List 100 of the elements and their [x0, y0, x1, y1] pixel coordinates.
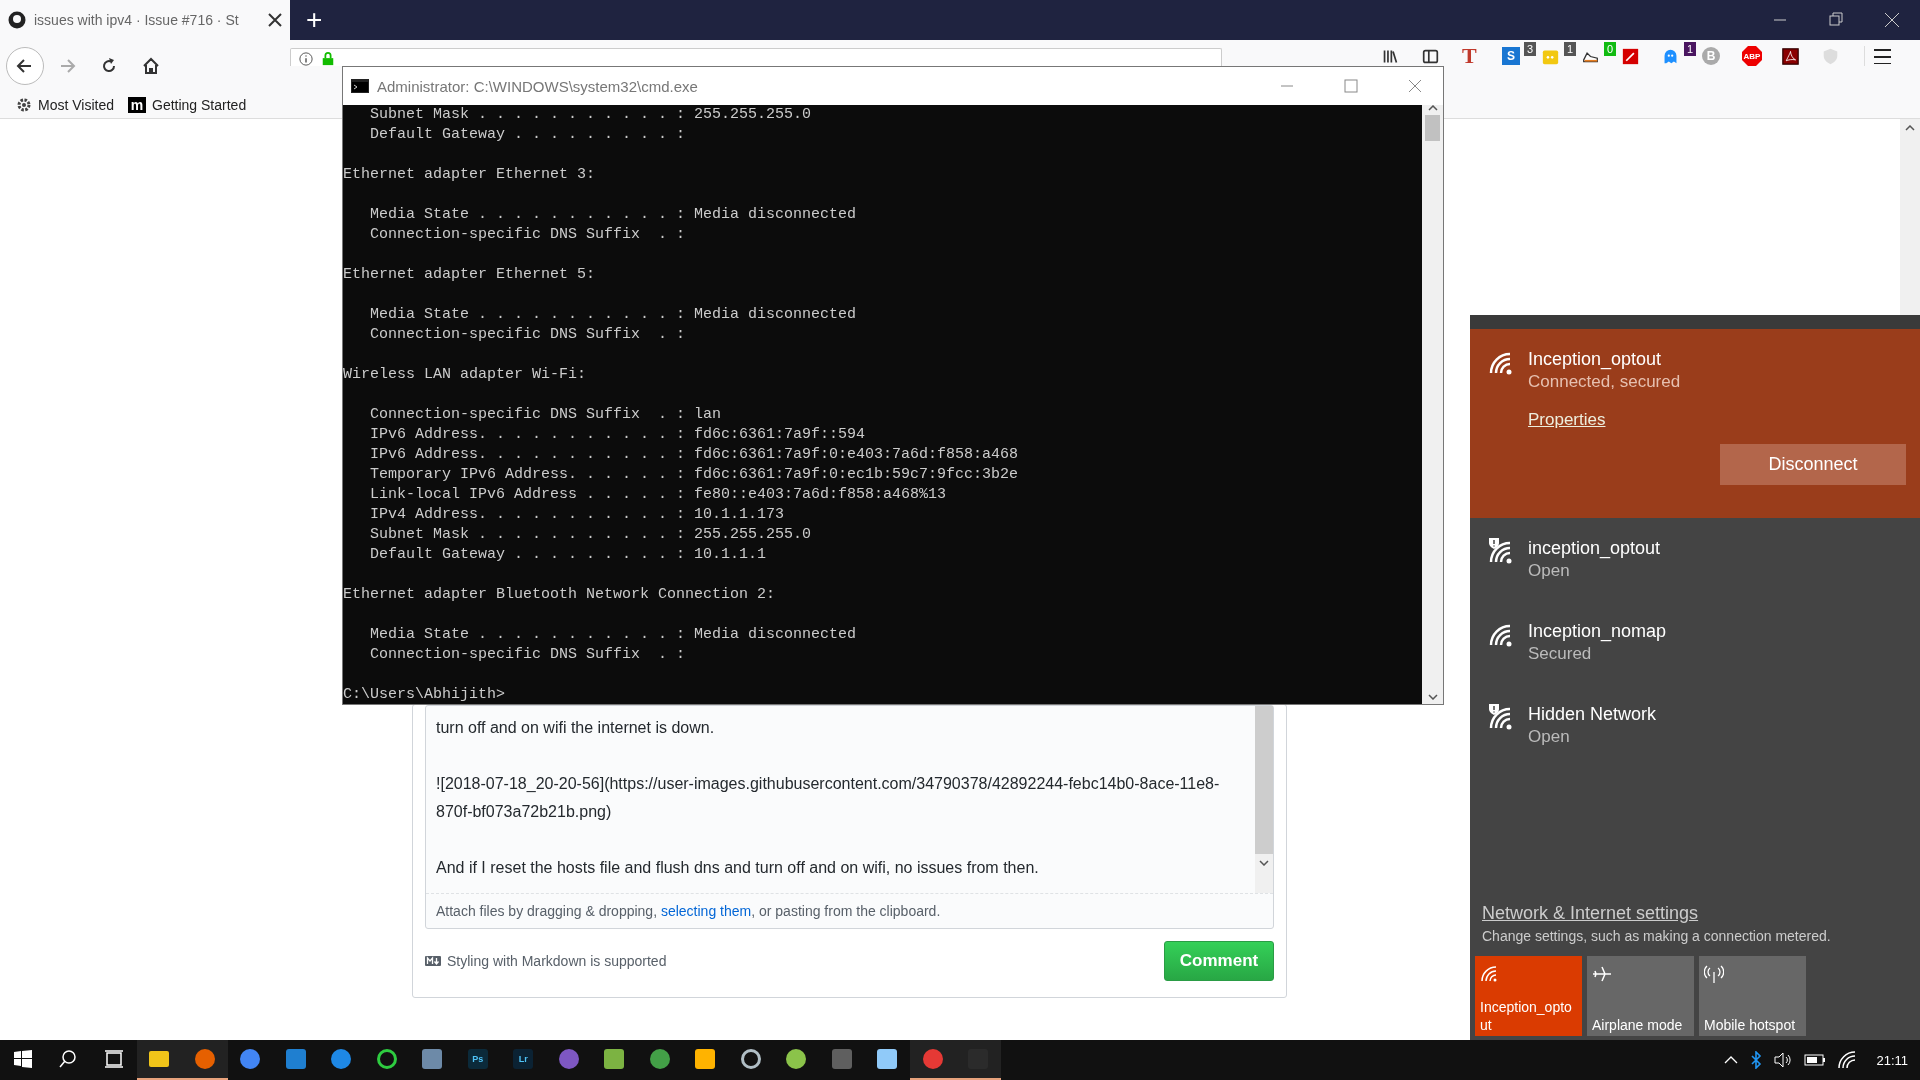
extension-icon[interactable]: ABP [1742, 46, 1762, 66]
network-name: Inception_nomap [1528, 621, 1668, 642]
home-icon[interactable] [141, 56, 161, 76]
extension-icon[interactable]: T [1462, 46, 1477, 66]
markdown-note: Styling with Markdown is supported [447, 953, 667, 969]
console-line: Ethernet adapter Bluetooth Network Connection 2: [343, 585, 776, 605]
windows-icon [12, 1049, 33, 1069]
scroll-up-icon[interactable] [1905, 125, 1915, 131]
settings-link[interactable]: Network & Internet settings [1482, 903, 1699, 924]
task-view-icon [103, 1049, 124, 1069]
tile-label: Inception_optout [1480, 998, 1573, 1034]
console-line: Connection-specific DNS Suffix . : [369, 645, 686, 665]
network-name: Hidden Network [1528, 704, 1658, 725]
network-status: Secured [1528, 644, 1593, 664]
quick-action-tile[interactable]: Inception_optout [1475, 956, 1582, 1036]
console-line: Subnet Mask . . . . . . . . . . . : 255.255.255.0 [369, 525, 812, 545]
network-status: Open [1528, 727, 1571, 747]
quick-action-tile[interactable]: Airplane mode [1587, 956, 1694, 1036]
network-item[interactable]: inception_optout Open [1470, 518, 1920, 601]
app-icon: Lr [513, 1049, 534, 1069]
back-button[interactable] [6, 47, 44, 85]
browser-tab[interactable]: issues with ipv4 · Issue #716 · St [0, 0, 290, 40]
sidebar-icon[interactable] [1422, 47, 1439, 65]
console-line: C:\Users\Abhijith> [343, 685, 506, 704]
settings-hint: Change settings, such as making a connection metered. [1482, 928, 1832, 944]
comment-text: turn off and on wifi the internet is down. [436, 718, 716, 738]
airplane-icon [1592, 964, 1612, 984]
quick-action-tile[interactable]: Mobile hotspot [1699, 956, 1806, 1036]
console-line: Temporary IPv6 Address. . . . . . : fd6c:6361:7a9f:0:ec1b:59c7:9fcc:3b2e [369, 465, 1019, 485]
scroll-down-icon[interactable] [1427, 694, 1438, 700]
page-scrollbar[interactable] [1900, 119, 1920, 316]
network-item[interactable]: Inception_optout Connected, secured Properties Disconnect [1470, 329, 1920, 518]
extension-icon[interactable]: S [1502, 47, 1520, 65]
console-line: Media State . . . . . . . . . . . : Media disconnected [369, 205, 857, 225]
battery-icon[interactable] [1804, 1054, 1827, 1066]
lock-icon [321, 52, 335, 66]
console-line: Media State . . . . . . . . . . . : Media disconnected [369, 625, 857, 645]
search-icon [58, 1049, 79, 1069]
app-icon: Ps [467, 1049, 488, 1069]
taskbar-button[interactable]: Lr [500, 1040, 546, 1080]
bookmark-link[interactable]: Getting Started [152, 97, 247, 113]
network-item[interactable]: Inception_nomap Secured [1470, 601, 1920, 684]
taskbar-button[interactable] [910, 1040, 956, 1080]
console-line: Connection-specific DNS Suffix . : [369, 225, 686, 245]
comment-text: And if I reset the hosts file and flush dns and turn off and on wifi, no issues from then. [436, 858, 1040, 878]
comment-text: ![2018-07-18_20-20-56](https://user-images.githubusercontent.com/34790378/42892244-febc14b0-8ace-11e8-870f-bf073a72b21b.png) [436, 774, 1221, 822]
console-line: IPv4 Address. . . . . . . . . . . : 10.1.1.173 [369, 505, 785, 525]
bookmark-link[interactable]: Most Visited [38, 97, 114, 113]
taskbar-button[interactable] [182, 1040, 228, 1080]
network-name: inception_optout [1528, 538, 1662, 559]
scroll-thumb[interactable] [1255, 706, 1273, 854]
volume-icon[interactable] [1774, 1052, 1793, 1068]
wand-icon[interactable] [1622, 47, 1639, 65]
network-name: Inception_optout [1528, 349, 1663, 370]
network-status: Connected, secured [1528, 372, 1682, 392]
gear-icon [16, 97, 32, 113]
taskbar-button[interactable] [136, 1040, 182, 1080]
restore-icon[interactable] [1828, 12, 1844, 28]
console-line: Media State . . . . . . . . . . . : Media disconnected [369, 305, 857, 325]
network-status: Open [1528, 561, 1571, 581]
console-line: Ethernet adapter Ethernet 5: [343, 265, 596, 285]
count-badge: 0 [1603, 42, 1616, 56]
console-line: Connection-specific DNS Suffix . : lan [369, 405, 722, 425]
window-title: Administrator: C:\WINDOWS\system32\cmd.exe [377, 77, 699, 95]
tile-label: Airplane mode [1592, 1016, 1683, 1034]
scroll-down-icon[interactable] [1259, 860, 1269, 866]
count-badge: 1 [1683, 42, 1696, 56]
disconnect-button[interactable]: Disconnect [1720, 444, 1906, 485]
properties-link[interactable]: Properties [1528, 410, 1606, 430]
tab-title: issues with ipv4 · Issue #716 · St [34, 12, 240, 28]
attach-hint: Attach files by dragging & dropping, selecting them, or pasting from the clipboard. [426, 893, 1273, 928]
chevron-up-icon[interactable] [1724, 1056, 1739, 1064]
console-line: Subnet Mask . . . . . . . . . . . : 255.255.255.0 [369, 105, 812, 125]
console-line: Connection-specific DNS Suffix . : [369, 325, 686, 345]
close-icon[interactable] [268, 13, 282, 27]
taskbar-button[interactable] [955, 1040, 1001, 1080]
taskbar-button[interactable]: Ps [455, 1040, 501, 1080]
ghost-icon[interactable] [1662, 47, 1679, 65]
scrollbar[interactable] [1255, 706, 1273, 893]
console-icon [351, 79, 369, 93]
scroll-up-icon[interactable] [1427, 105, 1438, 111]
info-icon[interactable] [299, 52, 313, 66]
count-badge: 3 [1523, 42, 1536, 56]
pdf-icon[interactable] [1782, 47, 1799, 65]
comment-editor[interactable] [425, 705, 1274, 929]
hotspot-icon [1704, 964, 1724, 984]
console-line: Link-local IPv6 Address . . . . . : fe80::e403:7a6d:f858:a468%13 [369, 485, 947, 505]
console-line: Ethernet adapter Ethernet 3: [343, 165, 596, 185]
scroll-thumb[interactable] [1425, 115, 1440, 141]
scrollbar[interactable] [1422, 105, 1443, 704]
network-item[interactable]: Hidden Network Open [1470, 684, 1920, 767]
wifi-icon[interactable] [1838, 1051, 1857, 1069]
site-logo: m [128, 97, 146, 113]
new-tab-button[interactable]: + [290, 0, 339, 40]
clock[interactable]: 21:11 [1876, 1052, 1908, 1068]
console-line: IPv6 Address. . . . . . . . . . . : fd6c:6361:7a9f:0:e403:7a6d:f858:a468 [369, 445, 1019, 465]
console-line: Default Gateway . . . . . . . . . : 10.1.1.1 [369, 545, 767, 565]
menu-icon[interactable] [1873, 48, 1891, 64]
markdown-icon [425, 956, 441, 966]
bluetooth-icon[interactable] [1750, 1051, 1763, 1069]
